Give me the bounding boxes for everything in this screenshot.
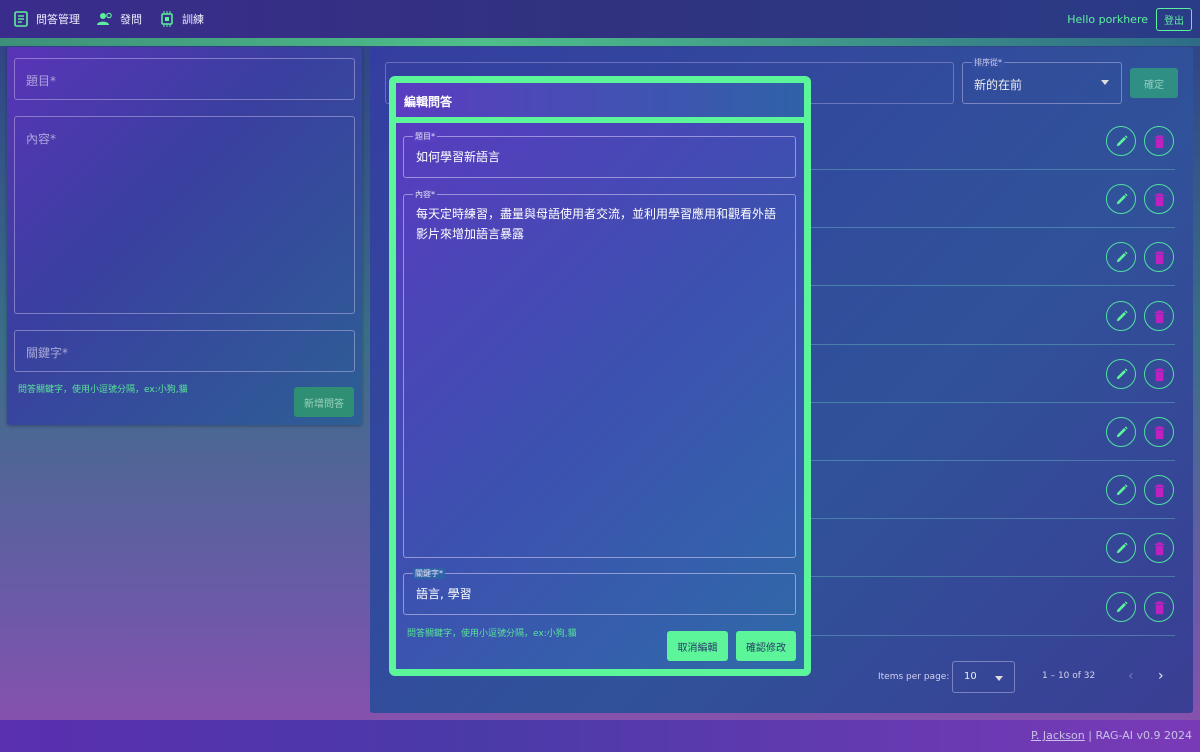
pencil-icon (1116, 250, 1128, 262)
dialog-keyword-hint: 問答關鍵字，使用小逗號分隔，ex:小狗,貓 (407, 629, 577, 639)
delete-button[interactable] (1144, 184, 1174, 214)
nav-label: 發問 (120, 13, 142, 26)
delete-button[interactable] (1144, 359, 1174, 389)
header-divider (0, 38, 1200, 46)
content-placeholder: 內容* (26, 132, 57, 146)
edit-button[interactable] (1106, 533, 1136, 563)
title-input[interactable] (14, 58, 355, 100)
row-divider (810, 518, 1175, 519)
edit-button[interactable] (1106, 126, 1136, 156)
chip-icon (161, 11, 173, 27)
prev-page-icon[interactable]: ‹ (1128, 668, 1134, 684)
cancel-edit-button[interactable]: 取消編輯 (667, 631, 728, 661)
author-link[interactable]: P. Jackson (1031, 729, 1085, 742)
trash-icon (1154, 250, 1164, 264)
sort-confirm-button[interactable]: 確定 (1130, 68, 1178, 98)
sort-value: 新的在前 (974, 78, 1023, 92)
user-area: Hello porkhere 登出 (1067, 0, 1192, 38)
row-divider (810, 227, 1175, 228)
footer-separator: | (1084, 729, 1096, 742)
delete-button[interactable] (1144, 301, 1174, 331)
dialog-content-input[interactable] (403, 194, 796, 558)
dialog-content-label: 內容* (413, 189, 437, 200)
items-per-page-label: Items per page: (878, 672, 950, 682)
trash-icon (1154, 367, 1164, 381)
pencil-icon (1116, 134, 1128, 146)
row-divider (810, 460, 1175, 461)
dialog-header (396, 83, 804, 123)
dialog-content-value: 每天定時練習，盡量與母語使用者交流，並利用學習應用和觀看外語影片來增加語言暴露 (416, 207, 777, 241)
delete-button[interactable] (1144, 126, 1174, 156)
row-divider (810, 402, 1175, 403)
edit-button[interactable] (1106, 592, 1136, 622)
delete-button[interactable] (1144, 592, 1174, 622)
delete-button[interactable] (1144, 417, 1174, 447)
row-divider (810, 344, 1175, 345)
items-per-page-value: 10 (964, 671, 977, 682)
nav-ask[interactable]: 發問 (88, 0, 150, 38)
pencil-icon (1116, 192, 1128, 204)
trash-icon (1154, 134, 1164, 148)
row-divider (810, 576, 1175, 577)
pencil-icon (1116, 367, 1128, 379)
nav-label: 訓練 (182, 13, 204, 26)
trash-icon (1154, 541, 1164, 555)
edit-button[interactable] (1106, 184, 1136, 214)
delete-button[interactable] (1144, 475, 1174, 505)
delete-button[interactable] (1144, 242, 1174, 272)
footer-text: P. Jackson | RAG-AI v0.9 2024 (1031, 729, 1192, 742)
row-divider (810, 285, 1175, 286)
dialog-title-label: 題目* (413, 131, 437, 142)
trash-icon (1154, 425, 1164, 439)
logout-button[interactable]: 登出 (1156, 7, 1192, 31)
greeting-text: Hello porkhere (1067, 12, 1148, 26)
edit-button[interactable] (1106, 417, 1136, 447)
edit-button[interactable] (1106, 475, 1136, 505)
dropdown-arrow-icon (995, 676, 1003, 681)
confirm-edit-button[interactable]: 確認修改 (736, 631, 796, 661)
dropdown-arrow-icon (1101, 80, 1109, 85)
trash-icon (1154, 483, 1164, 497)
pencil-icon (1116, 425, 1128, 437)
footer: P. Jackson | RAG-AI v0.9 2024 (0, 720, 1200, 752)
items-per-page-select[interactable] (952, 661, 1015, 693)
pencil-icon (1116, 541, 1128, 553)
edit-button[interactable] (1106, 301, 1136, 331)
dialog-title: 編輯問答 (404, 95, 453, 109)
row-divider (810, 635, 1175, 636)
keyword-hint: 問答關鍵字，使用小逗號分隔，ex:小狗,貓 (18, 385, 188, 395)
nav-train[interactable]: 訓練 (150, 0, 212, 38)
dialog-keyword-value: 語言, 學習 (416, 587, 472, 601)
trash-icon (1154, 309, 1164, 323)
pencil-icon (1116, 483, 1128, 495)
trash-icon (1154, 192, 1164, 206)
dialog-title-value: 如何學習新語言 (416, 150, 501, 164)
nav-qa-management[interactable]: 問答管理 (4, 0, 88, 38)
list-icon (14, 11, 28, 27)
pencil-icon (1116, 600, 1128, 612)
pagination-range: 1 – 10 of 32 (1042, 671, 1096, 681)
next-page-icon[interactable]: › (1158, 668, 1164, 684)
row-divider (810, 169, 1175, 170)
nav-label: 問答管理 (36, 13, 80, 26)
edit-button[interactable] (1106, 359, 1136, 389)
title-placeholder: 題目* (26, 74, 57, 88)
delete-button[interactable] (1144, 533, 1174, 563)
pencil-icon (1116, 309, 1128, 321)
edit-button[interactable] (1106, 242, 1136, 272)
content-input[interactable] (14, 116, 355, 314)
users-icon (97, 12, 112, 25)
dialog-keyword-label: 關鍵字* (413, 568, 445, 579)
top-nav-bar: 問答管理 發問 訓練 Hello porkhere 登出 (0, 0, 1200, 38)
trash-icon (1154, 600, 1164, 614)
sort-label: 排序從* (972, 57, 1004, 68)
add-qa-button[interactable]: 新增問答 (294, 387, 354, 417)
version-text: RAG-AI v0.9 2024 (1095, 729, 1192, 742)
keyword-placeholder: 關鍵字* (26, 346, 69, 360)
